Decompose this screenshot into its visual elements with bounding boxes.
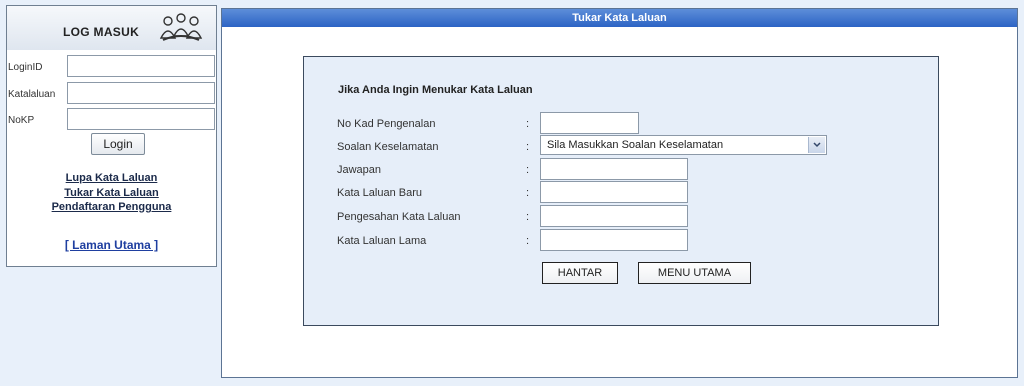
confirm-password-label: Pengesahan Kata Laluan [337,211,461,223]
main-panel: Tukar Kata Laluan Jika Anda Ingin Menuka… [221,8,1018,378]
home-link[interactable]: [ Laman Utama ] [7,238,216,252]
nokp-label: NoKP [8,115,35,126]
colon: : [526,118,530,130]
login-header: LOG MASUK [7,6,216,50]
confirm-password-input[interactable] [540,205,688,227]
form-heading: Jika Anda Ingin Menukar Kata Laluan [338,84,533,96]
ic-number-input[interactable] [540,112,639,134]
answer-label: Jawapan [337,164,382,176]
loginid-label: LoginID [8,62,43,73]
password-label: Katalaluan [8,89,56,100]
security-question-label: Soalan Keselamatan [337,141,439,153]
main-menu-button[interactable]: MENU UTAMA [638,262,751,284]
password-input[interactable] [67,82,215,104]
people-logo-icon [159,12,203,47]
loginid-input[interactable] [67,55,215,77]
change-password-form: Jika Anda Ingin Menukar Kata Laluan No K… [303,56,939,326]
change-password-link[interactable]: Tukar Kata Laluan [7,187,216,199]
colon: : [526,235,530,247]
register-user-link[interactable]: Pendaftaran Pengguna [7,201,216,213]
answer-input[interactable] [540,158,688,180]
colon: : [526,164,530,176]
chevron-down-icon[interactable] [808,137,825,153]
colon: : [526,187,530,199]
submit-button[interactable]: HANTAR [542,262,618,284]
nokp-input[interactable] [67,108,215,130]
forgot-password-link[interactable]: Lupa Kata Laluan [7,172,216,184]
new-password-input[interactable] [540,181,688,203]
login-button[interactable]: Login [91,133,145,155]
page-title: Tukar Kata Laluan [222,9,1017,27]
old-password-label: Kata Laluan Lama [337,235,427,247]
new-password-label: Kata Laluan Baru [337,187,423,199]
login-panel: LOG MASUK LoginID Katalaluan NoKP Login … [6,5,217,267]
old-password-input[interactable] [540,229,688,251]
login-title: LOG MASUK [63,25,140,39]
colon: : [526,211,530,223]
security-question-value: Sila Masukkan Soalan Keselamatan [547,139,724,151]
colon: : [526,141,530,153]
ic-number-label: No Kad Pengenalan [337,118,436,130]
security-question-select[interactable]: Sila Masukkan Soalan Keselamatan [540,135,827,155]
